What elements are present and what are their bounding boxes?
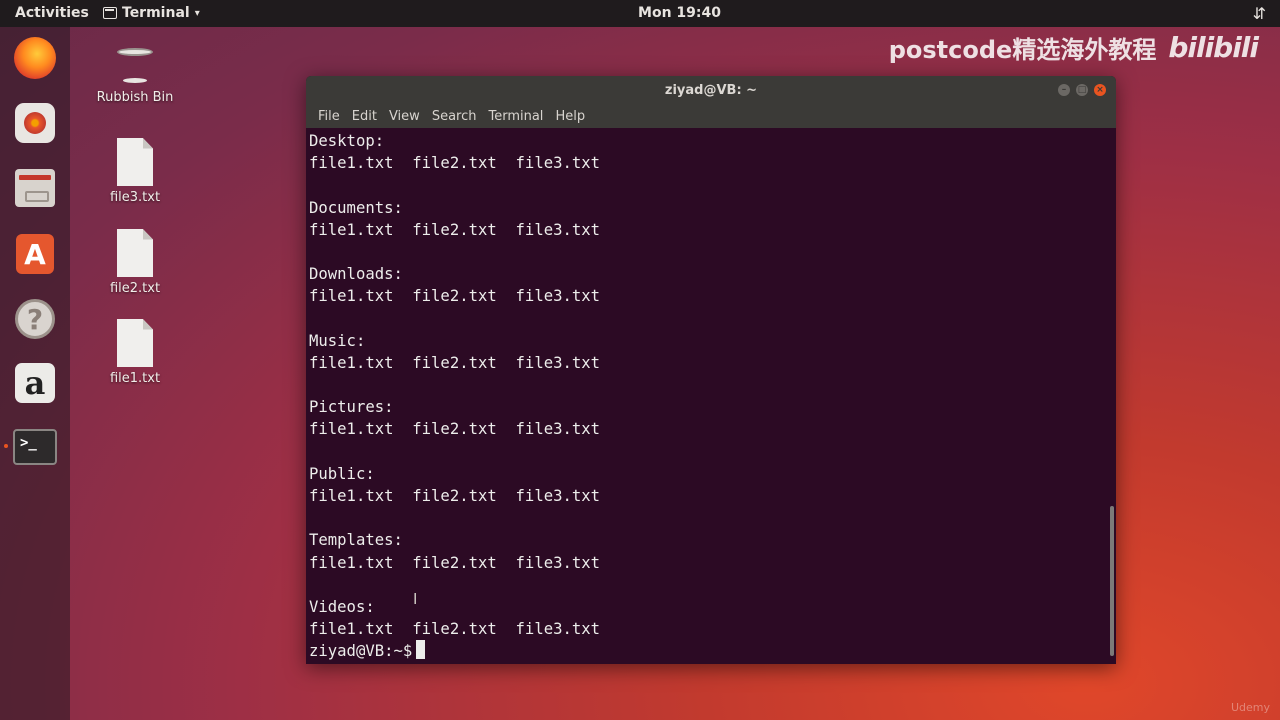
prompt-line[interactable]: ziyad@VB:~$ [309, 640, 1116, 662]
desktop-icon-rubbish-bin[interactable]: Rubbish Bin [85, 40, 185, 105]
output-line: file1.txt file2.txt file3.txt [309, 220, 601, 239]
output-line: Videos: [309, 597, 375, 616]
menu-help[interactable]: Help [549, 106, 591, 128]
output-line: file1.txt file2.txt file3.txt [309, 154, 601, 173]
rhythmbox-icon [15, 103, 55, 143]
dock-item-amazon[interactable]: a [13, 361, 57, 405]
software-store-icon: A [16, 234, 54, 274]
dock-item-files[interactable] [13, 166, 57, 210]
ibeam-cursor-icon: I [413, 590, 418, 608]
minimize-button[interactable]: – [1058, 84, 1070, 96]
watermark: postcode精选海外教程 bilibili [888, 30, 1259, 65]
scrollbar-thumb[interactable] [1110, 506, 1114, 656]
output-line: Pictures: [309, 398, 394, 417]
output-line: Templates: [309, 531, 403, 550]
top-bar: Activities Terminal ▾ Mon 19:40 ⇵ [0, 0, 1280, 27]
window-titlebar[interactable]: ziyad@VB: ~ – □ × [306, 76, 1116, 106]
dock-item-firefox[interactable] [13, 36, 57, 80]
terminal-window: ziyad@VB: ~ – □ × File Edit View Search … [306, 76, 1116, 664]
udemy-watermark: Udemy [1230, 701, 1270, 714]
maximize-button[interactable]: □ [1076, 84, 1088, 96]
firefox-icon [14, 37, 56, 79]
output-line: Public: [309, 464, 375, 483]
terminal-output[interactable]: Desktop: file1.txt file2.txt file3.txt D… [306, 128, 1116, 664]
output-line: Downloads: [309, 265, 403, 284]
text-file-icon [117, 138, 153, 186]
output-line: file1.txt file2.txt file3.txt [309, 487, 601, 505]
dock-item-rhythmbox[interactable] [13, 101, 57, 145]
menu-bar: File Edit View Search Terminal Help [306, 106, 1116, 128]
desktop-icon-file1[interactable]: file1.txt [85, 319, 185, 386]
dock-item-software[interactable]: A [13, 232, 57, 276]
output-line: file1.txt file2.txt file3.txt [309, 420, 601, 439]
trash-icon [116, 40, 154, 86]
output-line: file1.txt file2.txt file3.txt [309, 353, 601, 372]
output-line: Desktop: [309, 132, 385, 150]
dock: A ? a >_ [0, 27, 70, 720]
clock[interactable]: Mon 19:40 [0, 5, 1280, 21]
output-line: file1.txt file2.txt file3.txt [309, 620, 601, 639]
dock-active-indicator [4, 444, 8, 448]
window-title: ziyad@VB: ~ [664, 83, 758, 98]
text-file-icon [117, 229, 153, 277]
dock-item-help[interactable]: ? [13, 297, 57, 341]
output-line: Music: [309, 331, 366, 350]
menu-search[interactable]: Search [426, 106, 483, 128]
desktop-icon-label: file2.txt [109, 281, 161, 296]
help-icon: ? [15, 299, 55, 339]
window-controls: – □ × [1058, 84, 1106, 96]
dock-item-terminal[interactable]: >_ [13, 425, 57, 469]
close-button[interactable]: × [1094, 84, 1106, 96]
files-icon [15, 169, 55, 207]
terminal-icon: >_ [13, 429, 57, 465]
menu-edit[interactable]: Edit [346, 106, 383, 128]
watermark-text: postcode精选海外教程 [888, 36, 1157, 64]
menu-file[interactable]: File [312, 106, 346, 128]
menu-view[interactable]: View [383, 106, 426, 128]
output-line: Documents: [309, 198, 403, 217]
network-icon[interactable]: ⇵ [1253, 4, 1266, 23]
output-line: file1.txt file2.txt file3.txt [309, 553, 601, 572]
desktop-icon-file3[interactable]: file3.txt [85, 138, 185, 205]
amazon-icon: a [15, 363, 55, 403]
desktop-icon-label: file1.txt [109, 371, 161, 386]
output-line: file1.txt file2.txt file3.txt [309, 287, 601, 306]
desktop-icon-label: Rubbish Bin [96, 90, 174, 105]
desktop-icon-label: file3.txt [109, 190, 161, 205]
text-cursor [416, 640, 426, 660]
bilibili-logo: bilibili [1168, 31, 1259, 64]
text-file-icon [117, 319, 153, 367]
desktop-icon-file2[interactable]: file2.txt [85, 229, 185, 296]
shell-prompt: ziyad@VB:~$ [309, 642, 413, 661]
menu-terminal[interactable]: Terminal [482, 106, 549, 128]
